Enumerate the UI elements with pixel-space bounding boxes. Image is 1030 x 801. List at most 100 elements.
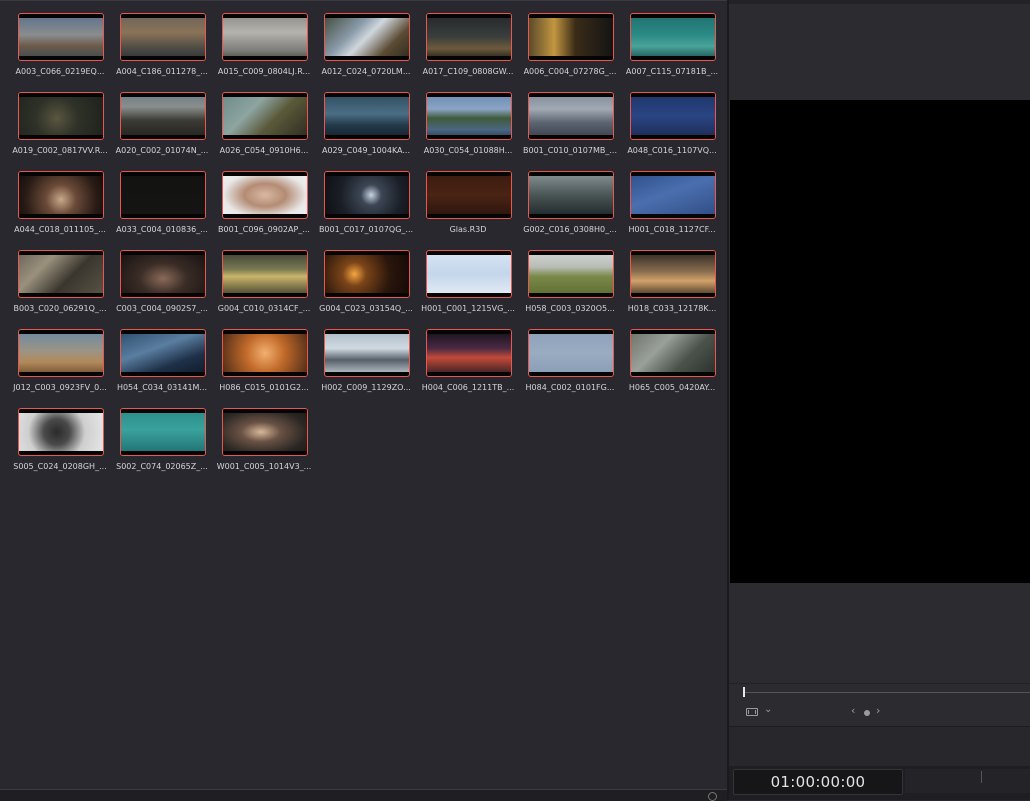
chevron-down-icon[interactable]: ⌄	[764, 704, 772, 715]
clip-item[interactable]: B001_C017_0107QG_...	[319, 170, 413, 249]
clip-item[interactable]: A026_C054_0910H6...	[218, 91, 308, 170]
clip-item[interactable]: A048_C016_1107VQ...	[626, 91, 717, 170]
clip-item[interactable]: W001_C005_1014V3_...	[217, 407, 311, 486]
clip-thumbnail[interactable]	[222, 329, 308, 377]
clip-thumbnail[interactable]	[426, 92, 512, 140]
clip-thumbnail[interactable]	[222, 408, 308, 456]
clip-item[interactable]: C003_C004_0902S7_...	[116, 249, 208, 328]
clip-thumbnail[interactable]	[528, 329, 614, 377]
clip-thumbnail[interactable]	[528, 92, 614, 140]
clip-item[interactable]: H058_C003_0320O5...	[524, 249, 615, 328]
clip-thumbnail[interactable]	[528, 250, 614, 298]
clip-item[interactable]: Glas.R3D	[422, 170, 512, 249]
clip-item[interactable]: A003_C066_0219EQ...	[14, 12, 104, 91]
clip-thumbnail[interactable]	[120, 250, 206, 298]
clip-thumbnail[interactable]	[222, 171, 308, 219]
clip-thumbnail[interactable]	[18, 13, 104, 61]
clip-thumbnail[interactable]	[630, 329, 716, 377]
clip-item[interactable]: S002_C074_02065Z_...	[116, 407, 208, 486]
timeline-ruler[interactable]	[905, 769, 1030, 793]
clip-item[interactable]: A015_C009_0804LJ.R...	[218, 12, 310, 91]
previous-icon[interactable]: ‹	[851, 704, 855, 717]
center-dot-icon[interactable]	[864, 710, 870, 716]
clip-item[interactable]: H018_C033_12178K...	[626, 249, 716, 328]
clip-item[interactable]: A017_C109_0808GW...	[422, 12, 513, 91]
clip-thumbnail[interactable]	[120, 171, 206, 219]
clip-item[interactable]: G002_C016_0308H0_...	[523, 170, 617, 249]
clip-thumbnail[interactable]	[630, 171, 716, 219]
clip-thumbnail[interactable]	[18, 408, 104, 456]
clip-thumbnail[interactable]	[120, 329, 206, 377]
clip-thumbnail[interactable]	[120, 92, 206, 140]
clip-item[interactable]: A006_C004_07278G_...	[524, 12, 616, 91]
letterbox-bar	[121, 172, 205, 176]
timecode-display[interactable]: 01:00:00:00	[733, 769, 903, 795]
clip-item[interactable]: A012_C024_0720LM...	[320, 12, 410, 91]
clip-name: W001_C005_1014V3_...	[216, 462, 312, 471]
clip-thumbnail[interactable]	[324, 171, 410, 219]
clip-item[interactable]: G004_C023_03154Q_...	[319, 249, 413, 328]
clip-thumbnail[interactable]	[324, 13, 410, 61]
clip-thumbnail[interactable]	[630, 92, 716, 140]
clip-thumbnail[interactable]	[426, 329, 512, 377]
clip-item[interactable]: A004_C186_011278_...	[116, 12, 208, 91]
clip-thumbnail[interactable]	[18, 92, 104, 140]
clip-thumbnail[interactable]	[222, 13, 308, 61]
clip-item[interactable]: H002_C009_1129ZO...	[320, 328, 411, 407]
clip-name: G004_C010_0314CF_...	[217, 304, 311, 313]
clip-thumbnail[interactable]	[18, 250, 104, 298]
clip-thumbnail[interactable]	[222, 92, 308, 140]
letterbox-bar	[631, 14, 715, 18]
clip-thumbnail[interactable]	[222, 250, 308, 298]
clip-item[interactable]: A044_C018_011105_...	[14, 170, 106, 249]
clip-thumbnail[interactable]	[630, 250, 716, 298]
clip-thumbnail[interactable]	[324, 250, 410, 298]
letterbox-bar	[121, 330, 205, 334]
clip-thumbnail[interactable]	[426, 171, 512, 219]
clip-item[interactable]: H054_C034_03141M...	[116, 328, 207, 407]
viewer-screen[interactable]	[730, 100, 1030, 583]
clip-item[interactable]: A019_C002_0817VV.R...	[12, 91, 108, 170]
clip-thumbnail[interactable]	[630, 13, 716, 61]
clip-thumbnail[interactable]	[18, 171, 104, 219]
clip-item[interactable]: A033_C004_010836_...	[116, 170, 208, 249]
clip-item[interactable]: H001_C001_1215VG_...	[421, 249, 515, 328]
clip-item[interactable]: H001_C018_1127CF...	[626, 170, 716, 249]
letterbox-bar	[223, 214, 307, 218]
clip-name: G002_C016_0308H0_...	[523, 225, 617, 234]
letterbox-bar	[19, 56, 103, 60]
next-icon[interactable]: ›	[876, 704, 880, 717]
clip-thumbnail[interactable]	[426, 13, 512, 61]
clip-item[interactable]: A020_C002_01074N_...	[116, 91, 208, 170]
clip-thumbnail[interactable]	[324, 329, 410, 377]
clip-item[interactable]: H084_C002_0101FG...	[524, 328, 614, 407]
letterbox-bar	[529, 330, 613, 334]
clip-thumbnail[interactable]	[120, 13, 206, 61]
clip-thumbnail[interactable]	[528, 171, 614, 219]
viewer-scrubber[interactable]	[729, 683, 1030, 700]
clip-item[interactable]: J012_C003_0923FV_0...	[13, 328, 107, 407]
clip-item[interactable]: A030_C054_01088H...	[422, 91, 512, 170]
clip-item[interactable]: B003_C020_06291Q_...	[14, 249, 107, 328]
frame-format-icon[interactable]	[746, 708, 758, 716]
clip-item[interactable]: H086_C015_0101G2...	[218, 328, 309, 407]
clip-item[interactable]: H004_C006_1211TB_...	[422, 328, 514, 407]
clip-item[interactable]: A029_C049_1004KA...	[320, 91, 410, 170]
clip-item[interactable]: B001_C096_0902AP_...	[218, 170, 310, 249]
clip-thumbnail[interactable]	[426, 250, 512, 298]
clip-name: H004_C006_1211TB_...	[421, 383, 515, 392]
clip-name: H018_C033_12178K...	[627, 304, 717, 313]
letterbox-bar	[529, 172, 613, 176]
playhead[interactable]	[743, 687, 745, 697]
clip-thumbnail[interactable]	[324, 92, 410, 140]
clip-item[interactable]: A007_C115_07181B_...	[626, 12, 718, 91]
clip-thumbnail[interactable]	[120, 408, 206, 456]
clip-thumbnail[interactable]	[18, 329, 104, 377]
clip-item[interactable]: H065_C005_0420AY...	[626, 328, 716, 407]
scrubber-track[interactable]	[743, 692, 1030, 693]
letterbox-bar	[121, 14, 205, 18]
clip-item[interactable]: S005_C024_0208GH_...	[13, 407, 107, 486]
clip-item[interactable]: G004_C010_0314CF_...	[218, 249, 310, 328]
clip-thumbnail[interactable]	[528, 13, 614, 61]
clip-item[interactable]: B001_C010_0107MB_...	[523, 91, 617, 170]
